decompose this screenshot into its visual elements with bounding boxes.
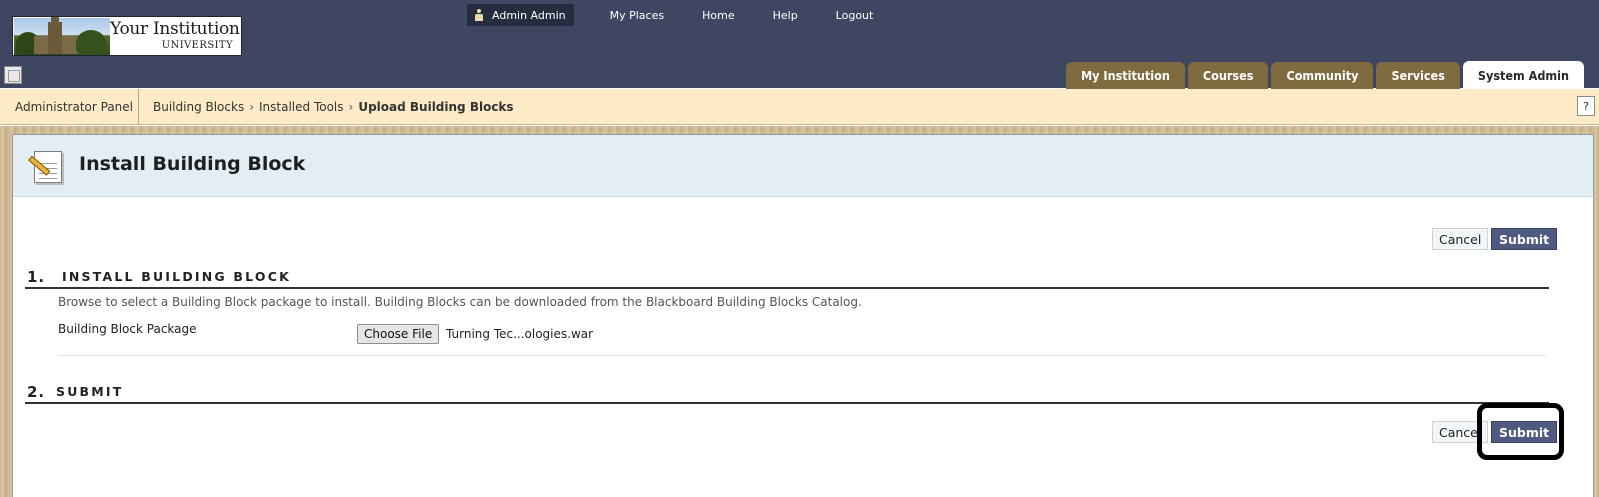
global-header: Your Institution UNIVERSITY Admin Admin … xyxy=(0,0,1599,89)
breadcrumb-bar: Administrator Panel Building Blocks › In… xyxy=(0,89,1599,125)
highlight-annotation xyxy=(1477,403,1564,460)
menu-toggle-icon[interactable] xyxy=(4,66,22,84)
breadcrumb-current: Upload Building Blocks xyxy=(358,100,514,114)
building-block-package-label: Building Block Package xyxy=(58,322,197,336)
user-menu-link[interactable]: Admin Admin xyxy=(467,4,574,26)
step-1-number: 1. xyxy=(27,268,46,286)
content-panel: Install Building Block Cancel Submit 1. … xyxy=(12,134,1594,497)
main-tabs: My Institution Courses Community Service… xyxy=(1063,61,1584,89)
step-2-number: 2. xyxy=(27,383,46,401)
top-nav: Admin Admin My Places Home Help Logout xyxy=(467,4,892,26)
step-2-title: SUBMIT xyxy=(56,384,124,399)
logo-line2: UNIVERSITY xyxy=(161,40,233,51)
edit-document-icon xyxy=(28,147,66,185)
user-name: Admin Admin xyxy=(492,8,566,22)
breadcrumb-separator: › xyxy=(348,100,354,114)
nav-my-places[interactable]: My Places xyxy=(574,9,683,22)
step-1-title: INSTALL BUILDING BLOCK xyxy=(62,269,291,284)
breadcrumb-admin-panel[interactable]: Administrator Panel xyxy=(0,89,139,125)
selected-file-name: Turning Tec...ologies.war xyxy=(446,327,594,341)
campus-image xyxy=(14,17,110,55)
nav-home[interactable]: Home xyxy=(683,9,753,22)
choose-file-button[interactable]: Choose File xyxy=(357,324,440,344)
user-icon xyxy=(475,9,483,21)
page-title: Install Building Block xyxy=(79,153,306,175)
tab-community[interactable]: Community xyxy=(1271,62,1374,89)
nav-help[interactable]: Help xyxy=(754,9,817,22)
institution-logo[interactable]: Your Institution UNIVERSITY xyxy=(12,16,242,56)
field-divider xyxy=(58,355,1546,356)
breadcrumb-installed-tools[interactable]: Installed Tools xyxy=(259,100,344,114)
tab-my-institution[interactable]: My Institution xyxy=(1065,62,1185,89)
logo-line1: Your Institution xyxy=(110,19,240,39)
tab-services[interactable]: Services xyxy=(1376,62,1460,89)
step-1-instructions: Browse to select a Building Block packag… xyxy=(58,295,862,309)
breadcrumb-separator: › xyxy=(249,100,255,114)
breadcrumb-building-blocks[interactable]: Building Blocks xyxy=(153,100,244,114)
breadcrumb: Building Blocks › Installed Tools › Uplo… xyxy=(153,89,514,125)
nav-logout[interactable]: Logout xyxy=(817,9,893,22)
help-button[interactable]: ? xyxy=(1577,96,1595,116)
cancel-button-top[interactable]: Cancel xyxy=(1432,228,1489,250)
content-frame: Install Building Block Cancel Submit 1. … xyxy=(0,126,1599,497)
page-header: Install Building Block xyxy=(13,135,1593,197)
step-1-header: 1. INSTALL BUILDING BLOCK xyxy=(25,267,1549,289)
step-2-header: 2. SUBMIT xyxy=(25,382,1549,404)
tab-courses[interactable]: Courses xyxy=(1187,62,1269,89)
tab-system-admin[interactable]: System Admin xyxy=(1462,61,1584,89)
submit-button-top[interactable]: Submit xyxy=(1491,228,1558,250)
